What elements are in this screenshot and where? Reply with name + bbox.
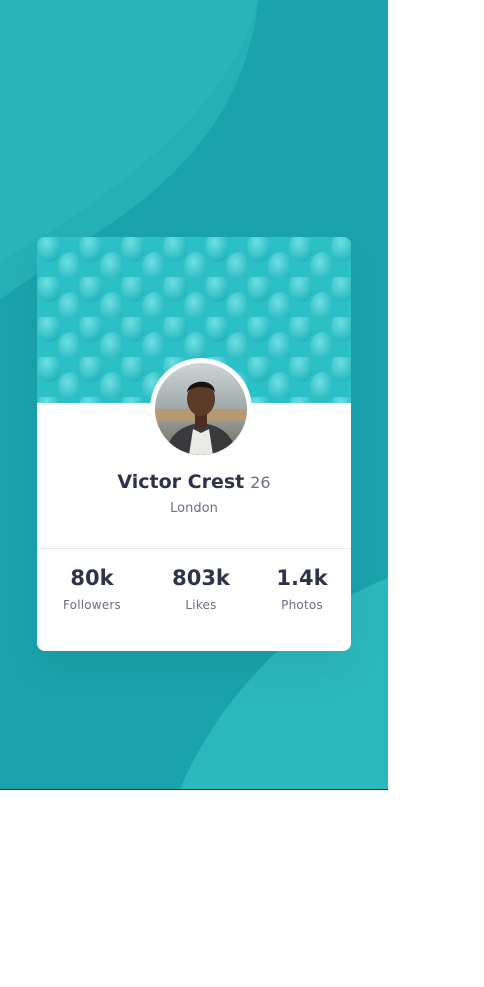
stat-followers: 80k Followers	[42, 563, 142, 612]
profile-age: 26	[250, 473, 271, 492]
stat-value: 803k	[172, 566, 230, 590]
stat-label: Likes	[185, 598, 217, 612]
stat-label: Photos	[281, 598, 323, 612]
stat-value: 80k	[70, 566, 114, 590]
profile-location: London	[170, 501, 218, 516]
stats-row: 80k Followers 803k Likes 1.4k Photos	[37, 563, 351, 633]
profile-name: Victor Crest	[117, 471, 245, 493]
person-photo-icon	[155, 363, 247, 455]
stat-likes: 803k Likes	[151, 563, 251, 612]
avatar	[155, 363, 247, 455]
stat-label: Followers	[62, 598, 121, 612]
stat-photos: 1.4k Photos	[252, 563, 351, 612]
profile-card: Victor Crest 26 London 80k Followers 803k…	[37, 237, 351, 651]
avatar-frame	[150, 358, 252, 460]
divider	[37, 548, 351, 549]
stat-value: 1.4k	[276, 566, 328, 590]
name-row: Victor Crest 26	[37, 469, 351, 496]
page-background: Victor Crest 26 London 80k Followers 803k…	[0, 0, 388, 789]
viewport-edge	[0, 789, 388, 790]
